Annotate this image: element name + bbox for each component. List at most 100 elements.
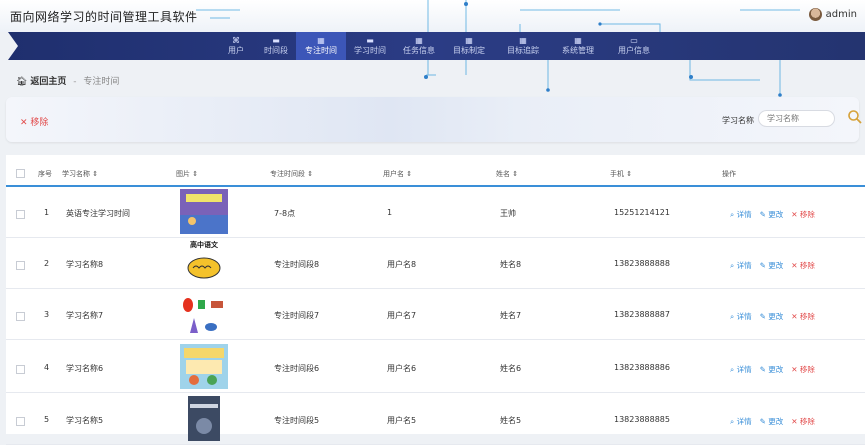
- nav-item-5[interactable]: ▦ 任务信息: [394, 32, 444, 60]
- row-period: 专注时间段6: [274, 364, 320, 373]
- row-actions: ⌕ 详情 ✎ 更改 ✕ 移除: [730, 311, 815, 322]
- user-menu[interactable]: admin: [808, 8, 857, 21]
- row-realname: 姓名5: [500, 416, 522, 425]
- row-study-name: 学习名称8: [66, 260, 104, 269]
- row-actions: ⌕ 详情 ✎ 更改 ✕ 移除: [730, 416, 815, 427]
- row-number: 3: [44, 310, 50, 319]
- edit-button[interactable]: ✎ 更改: [760, 364, 784, 375]
- nav-label: 系统管理: [562, 46, 594, 55]
- nav-icon: ▦: [415, 36, 423, 45]
- search-input[interactable]: [758, 110, 835, 127]
- row-actions: ⌕ 详情 ✎ 更改 ✕ 移除: [730, 260, 815, 271]
- breadcrumb-current: 专注时间: [83, 77, 120, 87]
- header-phone[interactable]: 手机 ⇕: [610, 169, 632, 179]
- detail-button[interactable]: ⌕ 详情: [730, 209, 752, 220]
- edit-button[interactable]: ✎ 更改: [760, 260, 784, 271]
- edit-button[interactable]: ✎ 更改: [760, 416, 784, 427]
- top-bar: 面向网络学习的时间管理工具软件 admin: [0, 0, 865, 32]
- nav-icon: ▬: [272, 36, 280, 45]
- row-period: 7-8点: [274, 209, 296, 218]
- edit-button[interactable]: ✎ 更改: [760, 209, 784, 220]
- nav-item-4[interactable]: ▬ 学习时间: [346, 32, 394, 60]
- row-checkbox[interactable]: [16, 312, 25, 321]
- main-nav: ⌘ 用户 ▬ 时间段 ▦ 专注时间 ▬ 学习时间 ▦ 任务信息 ▦ 目标制定 ▦ 目标追踪 ▦ 系统管理 ▭ 用户…: [8, 32, 865, 60]
- nav-item-6[interactable]: ▦ 目标制定: [444, 32, 494, 60]
- row-number: 1: [44, 208, 50, 217]
- breadcrumb-home[interactable]: 返回主页: [30, 77, 66, 87]
- nav-item-7[interactable]: ▦ 目标追踪: [494, 32, 552, 60]
- row-period: 专注时间段8: [274, 260, 320, 269]
- header-no: 序号: [38, 170, 52, 178]
- row-period: 专注时间段5: [274, 416, 320, 425]
- nav-label: 目标追踪: [507, 46, 539, 55]
- row-remove-button[interactable]: ✕ 移除: [791, 260, 815, 271]
- row-realname: 姓名7: [500, 311, 522, 320]
- nav-label: 学习时间: [354, 46, 386, 55]
- row-period: 专注时间段7: [274, 311, 320, 320]
- avatar: [808, 8, 822, 21]
- row-study-name: 学习名称6: [66, 364, 104, 373]
- search-icon[interactable]: [847, 109, 863, 125]
- breadcrumb-separator: -: [73, 77, 77, 87]
- row-checkbox[interactable]: [16, 261, 25, 270]
- row-remove-button[interactable]: ✕ 移除: [791, 311, 815, 322]
- table-row: 1 英语专注学习时间 7-8点 1 王帅 15251214121 ⌕ 详情 ✎ 更改 ✕ 移除: [6, 186, 865, 238]
- nav-icon: ▭: [630, 36, 638, 45]
- row-realname: 姓名6: [500, 364, 522, 373]
- header-period[interactable]: 专注时间段 ⇕: [270, 169, 313, 179]
- search-panel: ✕ 移除 学习名称: [6, 97, 862, 142]
- nav-icon: ▬: [366, 36, 374, 45]
- row-checkbox[interactable]: [16, 365, 25, 374]
- header-name[interactable]: 学习名称 ⇕: [62, 169, 98, 179]
- row-study-name: 英语专注学习时间: [66, 209, 130, 218]
- nav-label: 目标制定: [453, 46, 485, 55]
- nav-icon: ▦: [317, 36, 325, 45]
- nav-icon: ▦: [519, 36, 527, 45]
- header-realname[interactable]: 姓名 ⇕: [496, 169, 518, 179]
- row-realname: 王帅: [500, 209, 516, 218]
- edit-button[interactable]: ✎ 更改: [760, 311, 784, 322]
- detail-button[interactable]: ⌕ 详情: [730, 260, 752, 271]
- row-study-name: 学习名称7: [66, 311, 104, 320]
- nav-label: 专注时间: [305, 46, 337, 55]
- row-remove-button[interactable]: ✕ 移除: [791, 416, 815, 427]
- row-number: 2: [44, 259, 50, 268]
- row-phone: 13823888887: [614, 310, 670, 319]
- header-username[interactable]: 用户名 ⇕: [383, 169, 412, 179]
- row-checkbox[interactable]: [16, 210, 25, 219]
- thumb-caption: 高中语文: [190, 241, 218, 249]
- remove-button[interactable]: ✕ 移除: [20, 115, 48, 128]
- app-title: 面向网络学习的时间管理工具软件: [10, 10, 198, 24]
- nav-item-9[interactable]: ▭ 用户信息: [604, 32, 664, 60]
- nav-icon: ⌘: [232, 36, 240, 45]
- row-remove-button[interactable]: ✕ 移除: [791, 364, 815, 375]
- row-username: 用户名8: [387, 260, 417, 269]
- row-username: 用户名5: [387, 416, 417, 425]
- row-image: 高中语文: [180, 240, 228, 285]
- nav-label: 时间段: [264, 46, 288, 55]
- nav-label: 用户信息: [618, 46, 650, 55]
- header-image[interactable]: 图片 ⇕: [176, 169, 198, 179]
- row-username: 用户名7: [387, 311, 417, 320]
- nav-item-3[interactable]: ▦ 专注时间: [296, 32, 346, 60]
- detail-button[interactable]: ⌕ 详情: [730, 364, 752, 375]
- detail-button[interactable]: ⌕ 详情: [730, 311, 752, 322]
- row-image: [180, 189, 228, 234]
- detail-button[interactable]: ⌕ 详情: [730, 416, 752, 427]
- table-row: 5 学习名称5 专注时间段5 用户名5 姓名5 13823888885 ⌕ 详情 ✎ 更改 ✕ …: [6, 393, 865, 445]
- row-remove-button[interactable]: ✕ 移除: [791, 209, 815, 220]
- header-actions: 操作: [722, 170, 736, 178]
- nav-label: 任务信息: [403, 46, 435, 55]
- nav-item-2[interactable]: ▬ 时间段: [256, 32, 296, 60]
- row-realname: 姓名8: [500, 260, 522, 269]
- row-study-name: 学习名称5: [66, 416, 104, 425]
- nav-item-8[interactable]: ▦ 系统管理: [552, 32, 604, 60]
- row-number: 4: [44, 363, 50, 372]
- row-phone: 15251214121: [614, 208, 670, 217]
- row-username: 1: [387, 208, 393, 217]
- row-checkbox[interactable]: [16, 417, 25, 426]
- nav-item-1[interactable]: ⌘ 用户: [216, 32, 256, 60]
- row-image: [180, 291, 228, 336]
- select-all-checkbox[interactable]: [16, 169, 25, 178]
- home-icon: 🏠︎: [16, 77, 28, 87]
